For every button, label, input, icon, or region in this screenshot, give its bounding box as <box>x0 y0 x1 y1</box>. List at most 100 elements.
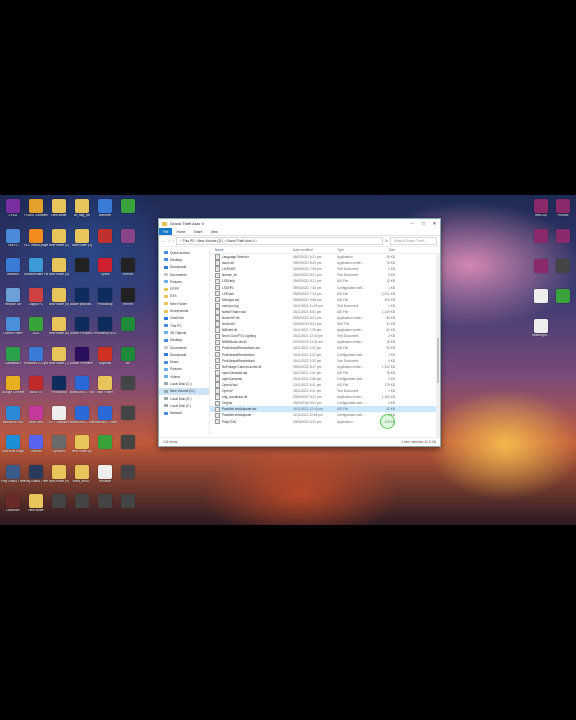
desktop-icon[interactable] <box>530 259 552 274</box>
desktop-icon[interactable] <box>117 435 139 450</box>
desktop-icon[interactable]: Adobe Premiere Pro <box>70 346 94 366</box>
nav-item[interactable]: Downloads <box>159 351 209 358</box>
nav-item[interactable]: Desktop <box>159 337 209 344</box>
desktop-icon[interactable]: Mr. <box>117 346 139 366</box>
nav-item[interactable]: Local Disk (E:) <box>159 395 209 402</box>
desktop-icon[interactable]: ctt_flag_jon <box>71 199 93 218</box>
desktop-icon[interactable]: onedrive <box>94 199 116 218</box>
desktop-icon[interactable]: fresh new <box>25 405 47 425</box>
address-path[interactable]: › This PC › New Volume (D:) › Grand Thef… <box>176 237 384 245</box>
desktop-icon[interactable]: Google Chrome <box>2 376 24 395</box>
desktop-icon[interactable]: Windows 10 Update As... <box>24 346 48 366</box>
desktop-icon[interactable]: New folder (9) <box>48 464 70 484</box>
nav-item[interactable]: Pictures <box>159 278 209 285</box>
desktop-icon[interactable] <box>71 494 93 509</box>
nav-item[interactable]: Videos <box>159 373 209 380</box>
desktop-icon[interactable]: Launcher <box>2 494 24 513</box>
desktop-icon[interactable]: heading-m... <box>530 319 552 338</box>
nav-item[interactable]: Pictures <box>159 366 209 373</box>
column-type[interactable]: Type <box>337 248 375 252</box>
desktop-icon[interactable]: New folder (8) <box>71 435 93 454</box>
forward-arrow-icon[interactable]: → <box>167 239 170 243</box>
desktop-icon[interactable]: Network <box>2 258 24 277</box>
desktop-icon[interactable]: Wondershare Filmora9 <box>24 258 48 277</box>
maximize-button[interactable]: □ <box>418 221 429 227</box>
desktop-icon[interactable]: 5558770 <box>25 376 47 395</box>
desktop-icon[interactable]: extra_textu... <box>71 464 93 484</box>
nav-item[interactable]: Network <box>159 410 209 417</box>
desktop-icon[interactable]: Photoshop <box>94 287 116 307</box>
desktop-icon[interactable] <box>530 229 552 244</box>
desktop-icon[interactable]: Microsoft Edge <box>2 435 24 454</box>
desktop-icon[interactable] <box>48 494 70 509</box>
nav-item[interactable]: Quick access <box>159 249 209 256</box>
tab-file[interactable]: File <box>159 228 173 235</box>
desktop-icon[interactable] <box>552 229 574 244</box>
desktop-icon[interactable]: VLC media player <box>24 228 48 248</box>
desktop-icon[interactable]: Gpucrier <box>48 435 70 454</box>
desktop-icon[interactable]: Microsoft HUB <box>2 405 24 425</box>
up-arrow-icon[interactable]: ↑ <box>173 239 175 243</box>
nav-item[interactable]: Documents <box>159 271 209 278</box>
desktop-icon[interactable]: New folder (5) <box>48 287 70 307</box>
desktop-icon[interactable] <box>117 228 139 244</box>
desktop-icon[interactable]: Powerlink - Shortcut <box>93 405 117 425</box>
column-size[interactable]: Size <box>375 248 395 252</box>
desktop-icon[interactable]: Readme <box>94 464 116 484</box>
desktop-icon[interactable]: New folder (3) <box>71 228 93 248</box>
nav-item[interactable]: Music <box>159 358 209 365</box>
desktop-icon[interactable]: 2k22 <box>25 317 47 336</box>
desktop-icon[interactable] <box>117 317 139 332</box>
column-name[interactable]: Name <box>210 248 293 252</box>
desktop-icon[interactable] <box>94 228 116 244</box>
nav-item[interactable]: EXS <box>159 293 209 300</box>
desktop-icon[interactable]: Photoshop 2021 <box>93 317 117 336</box>
tab-share[interactable]: Share <box>190 228 207 235</box>
nav-item[interactable]: Local Disk (F:) <box>159 402 209 409</box>
desktop-icon[interactable]: Camtasia 9 <box>2 346 24 366</box>
desktop-icon[interactable]: Anydesk <box>94 346 116 366</box>
nav-item[interactable]: OneDrive <box>159 315 209 322</box>
desktop-icon[interactable] <box>117 494 139 509</box>
nav-item[interactable]: New Folder <box>159 300 209 307</box>
nav-item[interactable]: Documents <box>159 344 209 351</box>
refresh-icon[interactable]: ↻ <box>385 239 388 243</box>
desktop-icon[interactable]: adobe photosh... <box>70 287 94 307</box>
nav-item[interactable]: 3D Objects <box>159 329 209 336</box>
desktop-icon[interactable]: New folder (6) <box>48 317 70 336</box>
tab-view[interactable]: View <box>207 228 222 235</box>
desktop-icon[interactable] <box>117 376 139 391</box>
file-row[interactable]: PlayGTAV 09/05/2022 8:22 pm Application 245… <box>210 418 440 425</box>
desktop-icon[interactable]: PLANT Zombies <box>24 199 48 218</box>
nav-item[interactable]: Desktop <box>159 256 209 263</box>
desktop-icon[interactable]: Play Grand Theft Auto V <box>1 464 25 484</box>
desktop-icon[interactable]: Photoshop <box>48 376 70 395</box>
desktop-icon[interactable]: Zapya PC <box>25 287 47 307</box>
desktop-icon[interactable]: Adobe Photosh... <box>70 317 94 336</box>
nav-item[interactable]: Screenshots <box>159 307 209 314</box>
desktop-icon[interactable]: New folder <box>48 199 70 218</box>
close-button[interactable]: ✕ <box>429 221 440 227</box>
desktop-icon[interactable] <box>117 405 139 421</box>
desktop-icon[interactable] <box>552 259 574 274</box>
nav-item[interactable]: Downloads <box>159 264 209 271</box>
desktop-icon[interactable]: New Zip <box>530 199 552 218</box>
desktop-icon[interactable]: New folder (4) <box>48 258 70 277</box>
desktop-icon[interactable]: This PC <box>2 228 24 248</box>
desktop-icon[interactable]: BandLink 8 - Shortcut <box>70 376 94 395</box>
desktop-icon[interactable]: 999999 <box>117 258 139 277</box>
nav-item[interactable]: This PC <box>159 322 209 329</box>
nav-item[interactable]: Local Disk (C:) <box>159 380 209 387</box>
desktop-icon[interactable]: CPUZ <box>2 199 24 218</box>
scrollbar-thumb[interactable] <box>437 338 439 383</box>
search-input[interactable]: Search Grand Theft... <box>390 237 437 245</box>
desktop-icon[interactable]: New folder <box>25 494 47 513</box>
column-date[interactable]: Date modified <box>293 248 337 252</box>
minimize-button[interactable]: – <box>407 221 418 227</box>
desktop-icon[interactable] <box>552 289 574 304</box>
desktop-icon[interactable]: Opera <box>94 258 116 277</box>
desktop-icon[interactable]: TEXT 2Maksim... <box>47 405 71 425</box>
desktop-icon[interactable] <box>117 464 139 480</box>
desktop-icon[interactable] <box>94 435 116 450</box>
desktop-icon[interactable]: Control Panel <box>2 317 24 336</box>
